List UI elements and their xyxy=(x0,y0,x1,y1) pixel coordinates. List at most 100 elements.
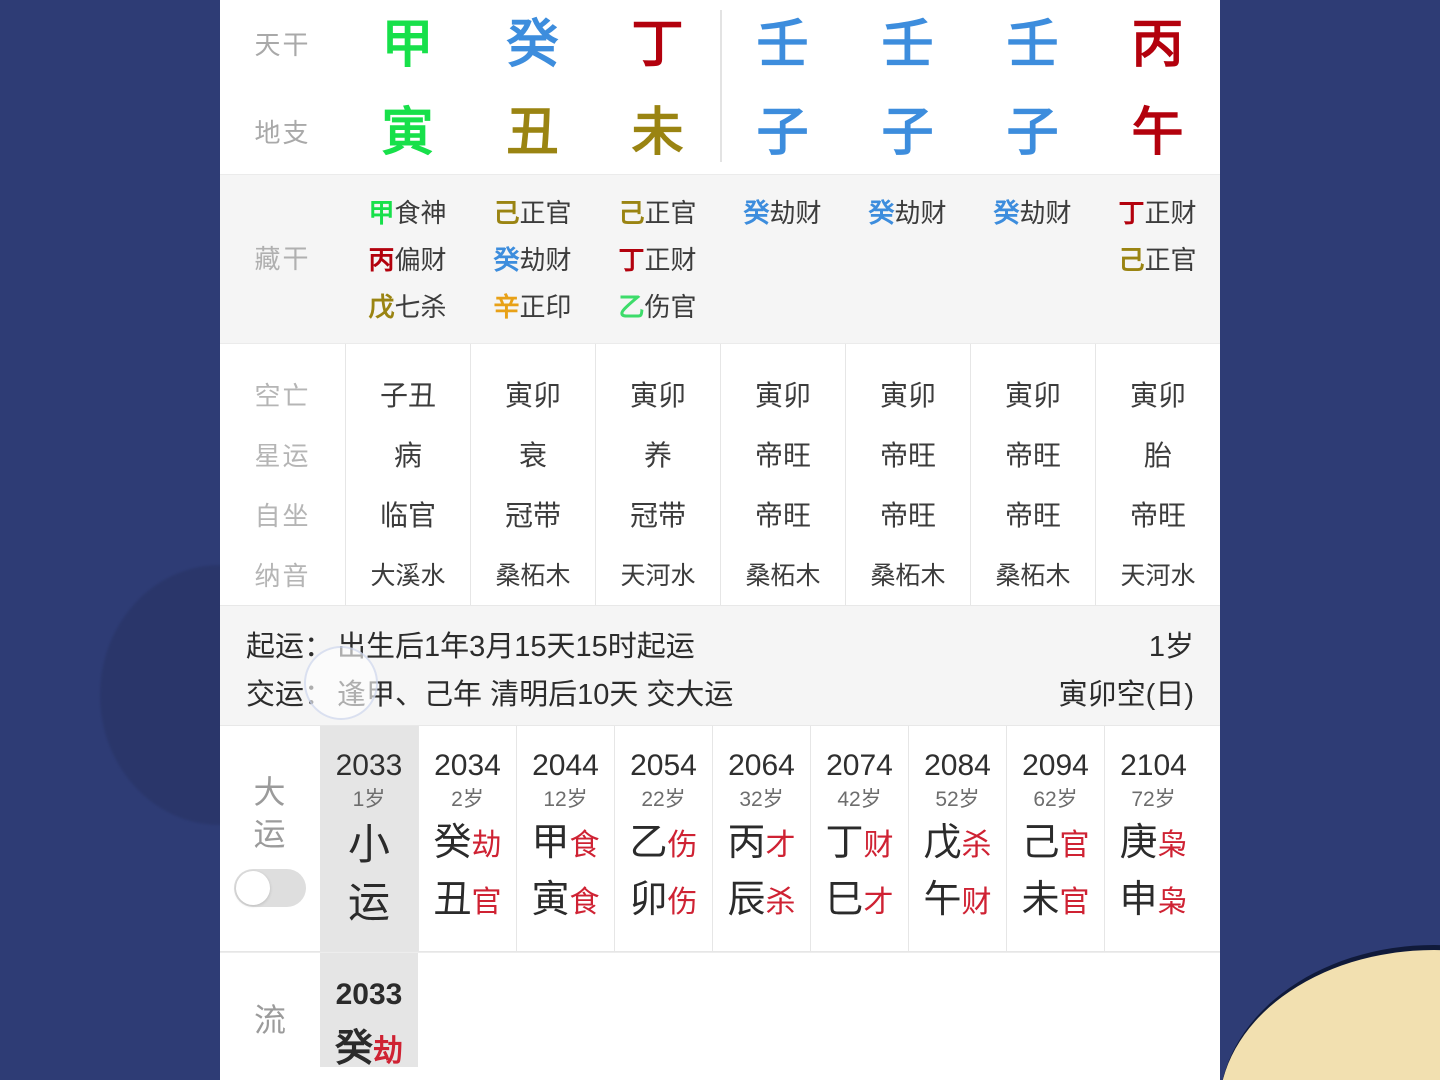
major-luck-branch: 午财 xyxy=(923,873,991,930)
ten-god-label: 劫财 xyxy=(519,245,572,275)
jiaoyun-row: 交运： 逢甲、己年 清明后10天 交大运 寅卯空(日) xyxy=(246,668,1194,716)
label-dayun-char1: 大 xyxy=(253,773,287,810)
major-luck-column[interactable]: 2064 32岁 丙才 辰杀 xyxy=(712,726,810,951)
pillar-column[interactable]: 甲 寅 xyxy=(345,4,470,174)
pillar-attribute-column[interactable]: 寅卯 帝旺 帝旺 桑柘木 xyxy=(720,344,845,605)
hidden-stem-column[interactable]: 己正官 癸劫财 辛正印 xyxy=(470,175,595,343)
heavenly-stem: 壬 xyxy=(1006,16,1059,74)
background-decoration-corner-circle xyxy=(1219,945,1440,1080)
major-luck-stem: 癸劫 xyxy=(433,816,501,873)
major-luck-branch-ten-god: 伤 xyxy=(667,886,698,919)
pillar-column[interactable]: 丁 未 xyxy=(595,4,720,174)
major-luck-year: 2054 xyxy=(630,749,697,782)
kongwang-value: 寅卯 xyxy=(504,380,561,411)
pillar-attribute-column[interactable]: 寅卯 帝旺 帝旺 桑柘木 xyxy=(970,344,1095,605)
major-luck-column[interactable]: 2094 62岁 己官 未官 xyxy=(1006,726,1104,951)
hidden-stem-entry: 丙偏财 xyxy=(368,237,446,284)
pillar-column[interactable]: 壬 子 xyxy=(720,4,845,174)
hidden-stem-char: 乙 xyxy=(618,292,645,322)
pillar-attribute-column[interactable]: 寅卯衰冠带 桑柘木 xyxy=(470,344,595,605)
earthly-branch: 子 xyxy=(1006,104,1059,162)
major-luck-stem-char: 丙 xyxy=(727,822,766,864)
ten-god-label: 偏财 xyxy=(394,245,447,275)
kongwang-value: 寅卯 xyxy=(1004,380,1061,411)
major-luck-stem-ten-god: 杀 xyxy=(961,829,992,862)
major-luck-column[interactable]: 2104 72岁 庚枭 申枭 xyxy=(1104,726,1202,951)
xingyun-value: 帝旺 xyxy=(879,440,936,471)
nayin-value: 桑柘木 xyxy=(495,562,571,590)
hidden-stem-column[interactable]: 丁正财 己正官 xyxy=(1095,175,1220,343)
pillar-attribute-column[interactable]: 寅卯胎帝旺 天河水 xyxy=(1095,344,1220,605)
label-dayun-char2: 运 xyxy=(253,815,287,852)
pillar-attribute-column[interactable]: 子丑病临官 大溪水 xyxy=(345,344,470,605)
hidden-stem-entry: 癸劫财 xyxy=(868,190,946,237)
major-luck-year: 2094 xyxy=(1022,749,1089,782)
hidden-stem-entry: 癸劫财 xyxy=(493,237,571,284)
annual-luck-column[interactable]: 2033 癸劫 xyxy=(320,953,418,1067)
major-luck-stem-char: 癸 xyxy=(433,822,472,864)
major-luck-column[interactable]: 2074 42岁 丁财 巳才 xyxy=(810,726,908,951)
hidden-stem-entry: 癸劫财 xyxy=(993,190,1071,237)
heavenly-stem: 甲 xyxy=(381,16,434,74)
hidden-stems-row-label: 藏干 xyxy=(220,175,345,343)
major-luck-stem: 甲食 xyxy=(531,816,599,873)
ten-god-label: 劫财 xyxy=(769,198,822,228)
zizuo-value: 临官 xyxy=(379,500,436,531)
hidden-stem-char: 丁 xyxy=(1118,198,1145,228)
major-luck-branch-ten-god: 才 xyxy=(863,886,894,919)
hidden-stem-char: 丁 xyxy=(618,245,645,275)
nayin-value: 大溪水 xyxy=(370,562,446,590)
ten-god-label: 劫财 xyxy=(1019,198,1072,228)
major-luck-age: 22岁 xyxy=(641,788,686,811)
hidden-stem-char: 己 xyxy=(618,198,645,228)
ten-god-label: 正官 xyxy=(1144,245,1197,275)
zizuo-value: 冠带 xyxy=(629,500,686,531)
xiaoyun-char-bottom: 运 xyxy=(347,879,390,926)
hidden-stem-entry: 癸劫财 xyxy=(743,190,821,237)
major-luck-column[interactable]: 2034 2岁 癸劫 丑官 xyxy=(418,726,516,951)
hidden-stem-column[interactable]: 癸劫财 xyxy=(720,175,845,343)
major-luck-section: 大 运 2033 1岁小运 2034 2岁 癸劫 丑官 2044 12岁 甲食 寅食 2054 22岁… xyxy=(220,726,1220,952)
hidden-stem-char: 丙 xyxy=(368,245,395,275)
pillar-column[interactable]: 丙 午 xyxy=(1095,4,1220,174)
pillar-column[interactable]: 壬 子 xyxy=(970,4,1095,174)
hidden-stem-char: 癸 xyxy=(993,198,1020,228)
major-luck-year: 2074 xyxy=(826,749,893,782)
major-luck-stem-ten-god: 才 xyxy=(765,829,796,862)
major-luck-branch-char: 未 xyxy=(1021,879,1060,921)
hidden-stem-column[interactable]: 己正官 丁正财 乙伤官 xyxy=(595,175,720,343)
major-luck-stem-char: 乙 xyxy=(629,822,668,864)
hidden-stem-column[interactable]: 癸劫财 xyxy=(970,175,1095,343)
bazi-chart-panel: 天干 地支 甲 寅 癸 丑 丁 未 壬 子 壬 子 壬 子 丙 午 藏干 甲食神… xyxy=(220,0,1220,1080)
pillar-attribute-column[interactable]: 寅卯养冠带 天河水 xyxy=(595,344,720,605)
cursor-highlight-ring xyxy=(304,646,378,720)
zizuo-value: 帝旺 xyxy=(879,500,936,531)
major-luck-branch-char: 午 xyxy=(923,879,962,921)
major-luck-stem-char: 甲 xyxy=(531,822,570,864)
pillar-attribute-column[interactable]: 寅卯 帝旺 帝旺 桑柘木 xyxy=(845,344,970,605)
hidden-stem-column[interactable]: 甲食神 丙偏财 戊七杀 xyxy=(345,175,470,343)
hidden-stem-char: 甲 xyxy=(368,198,395,228)
hidden-stem-char: 己 xyxy=(493,198,520,228)
hidden-stem-entry: 乙伤官 xyxy=(618,284,696,331)
major-luck-column[interactable]: 2084 52岁 戊杀 午财 xyxy=(908,726,1006,951)
major-luck-branch: 卯伤 xyxy=(629,873,697,930)
zizuo-value: 帝旺 xyxy=(1129,500,1186,531)
major-luck-column[interactable]: 2033 1岁小运 xyxy=(320,726,418,951)
label-xingyun: 星运 xyxy=(254,441,311,471)
xiaoyun-toggle[interactable] xyxy=(234,868,306,907)
pillar-column[interactable]: 壬 子 xyxy=(845,4,970,174)
major-luck-column[interactable]: 2044 12岁 甲食 寅食 xyxy=(516,726,614,951)
major-luck-year: 2034 xyxy=(434,749,501,782)
nayin-value: 桑柘木 xyxy=(870,562,946,590)
major-luck-age: 12岁 xyxy=(543,788,588,811)
ten-god-label: 伤官 xyxy=(644,292,697,322)
ten-god-label: 正印 xyxy=(519,292,572,322)
hidden-stem-entry: 辛正印 xyxy=(493,284,571,331)
major-luck-stem: 庚枭 xyxy=(1119,816,1187,873)
hidden-stem-column[interactable]: 癸劫财 xyxy=(845,175,970,343)
pillar-attributes-section: 空亡 星运 自坐 纳音 子丑病临官 大溪水 寅卯衰冠带 桑柘木 寅卯养冠带 天河水 寅卯 帝旺… xyxy=(220,344,1220,606)
major-luck-column[interactable]: 2054 22岁乙伤 卯伤 xyxy=(614,726,712,951)
pillar-column[interactable]: 癸 丑 xyxy=(470,4,595,174)
xingyun-value: 帝旺 xyxy=(1004,440,1061,471)
